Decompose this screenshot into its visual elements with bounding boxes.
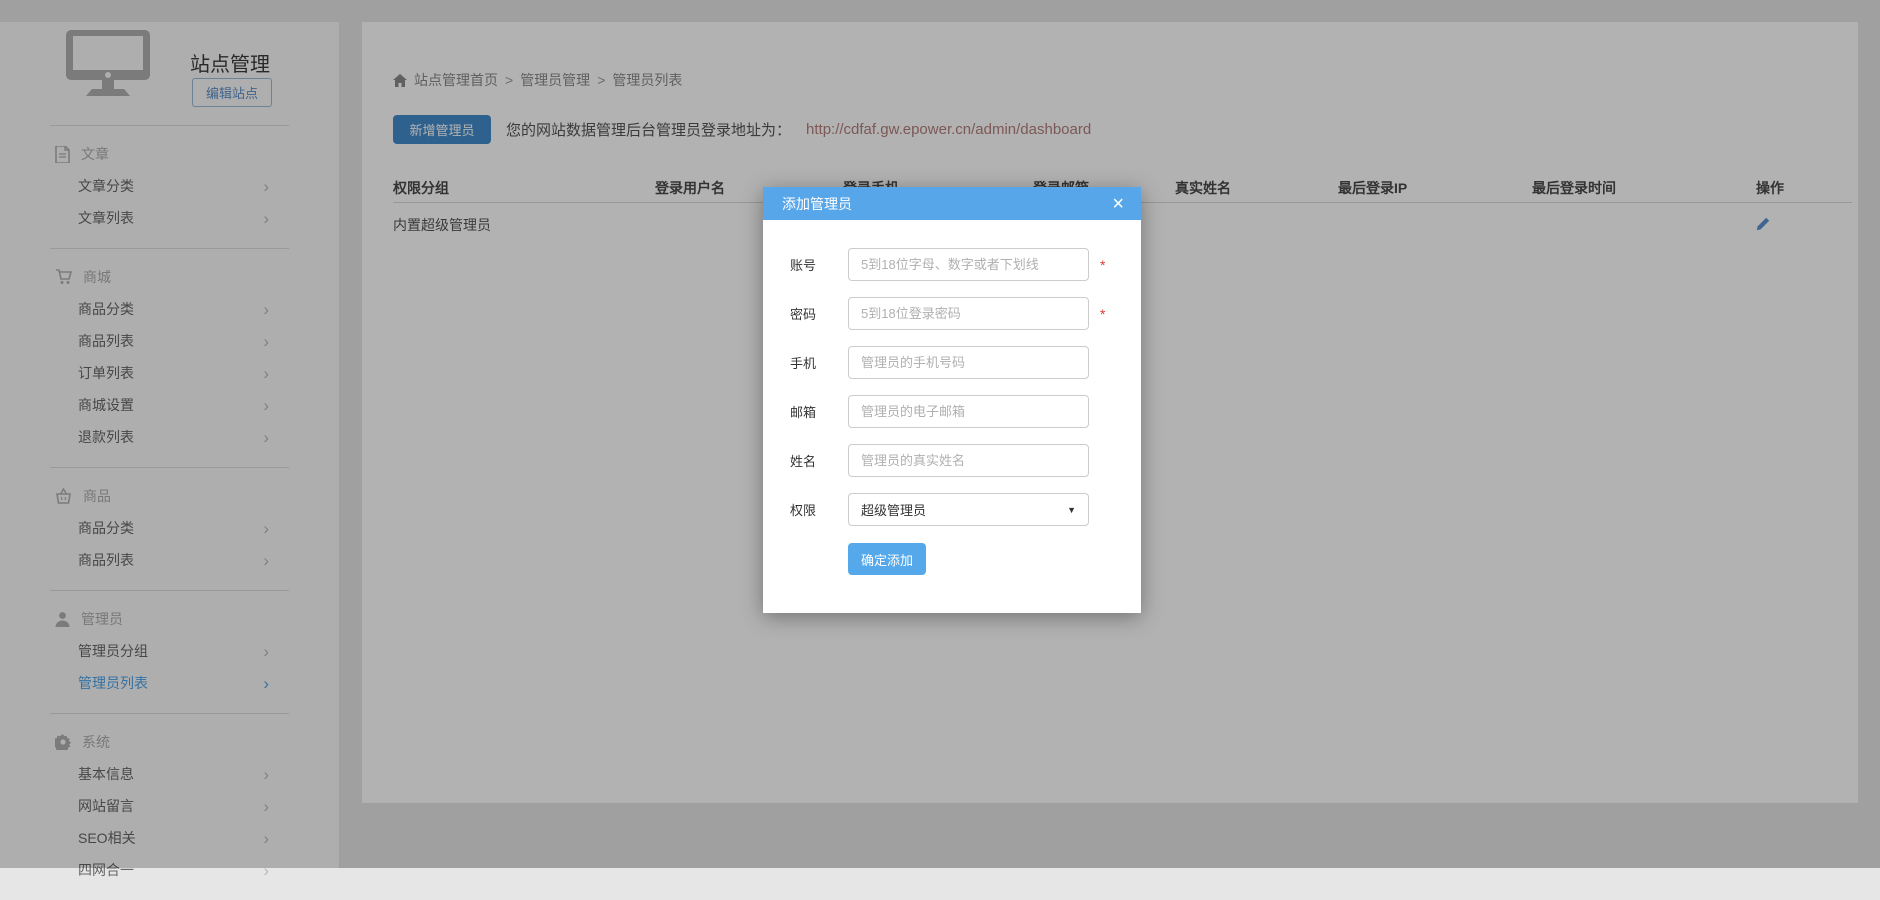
field-row-account: 账号 * — [790, 248, 1131, 281]
phone-input[interactable] — [848, 346, 1089, 379]
field-row-permission: 权限 超级管理员 ▼ — [790, 493, 1131, 526]
permission-select[interactable]: 超级管理员 ▼ — [848, 493, 1089, 526]
field-row-password: 密码 * — [790, 297, 1131, 330]
chevron-down-icon: ▼ — [1067, 505, 1076, 515]
email-input[interactable] — [848, 395, 1089, 428]
name-input[interactable] — [848, 444, 1089, 477]
field-row-email: 邮箱 — [790, 395, 1131, 428]
modal-title: 添加管理员 — [782, 194, 852, 214]
password-label: 密码 — [790, 304, 848, 323]
confirm-add-button[interactable]: 确定添加 — [848, 543, 926, 575]
field-row-phone: 手机 — [790, 346, 1131, 379]
account-label: 账号 — [790, 255, 848, 274]
permission-selected-value: 超级管理员 — [861, 500, 926, 519]
close-icon[interactable]: × — [1112, 194, 1124, 214]
required-asterisk: * — [1100, 257, 1105, 273]
modal-header: 添加管理员 × — [763, 187, 1141, 220]
email-label: 邮箱 — [790, 402, 848, 421]
password-input[interactable] — [848, 297, 1089, 330]
name-label: 姓名 — [790, 451, 848, 470]
required-asterisk: * — [1100, 306, 1105, 322]
phone-label: 手机 — [790, 353, 848, 372]
add-admin-modal: 添加管理员 × 账号 * 密码 * 手机 邮箱 姓名 权限 超级管理员 ▼ 确定… — [763, 187, 1141, 613]
account-input[interactable] — [848, 248, 1089, 281]
field-row-name: 姓名 — [790, 444, 1131, 477]
permission-label: 权限 — [790, 500, 848, 519]
